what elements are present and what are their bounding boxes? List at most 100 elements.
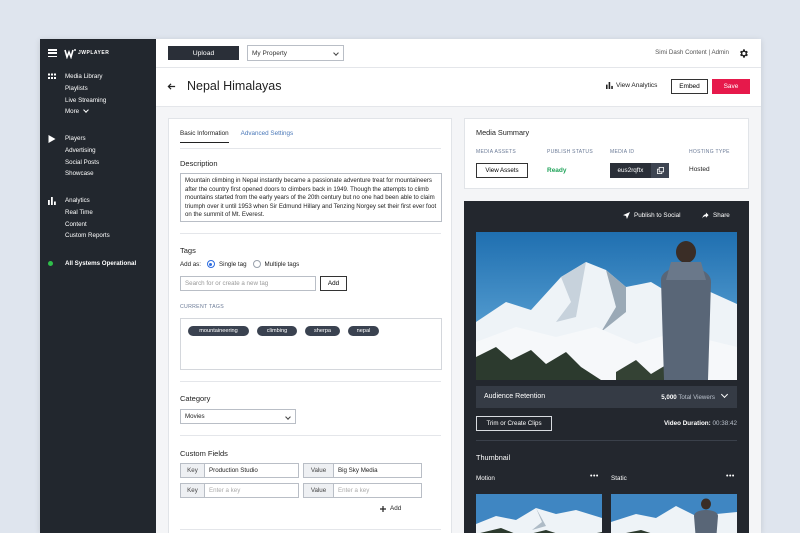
sidebar-item-analytics[interactable]: Analytics — [40, 195, 156, 207]
description-title: Description — [180, 159, 218, 168]
category-title: Category — [180, 394, 211, 403]
sidebar-item-label: Custom Reports — [65, 232, 110, 240]
publish-status-label: PUBLISH STATUS — [547, 149, 593, 155]
sidebar-item-live-streaming[interactable]: Live Streaming — [40, 94, 156, 106]
duration-value: 00:38:42 — [712, 420, 737, 427]
audience-retention-bar[interactable]: Audience Retention 5,000 Total Viewers — [476, 386, 737, 408]
account-label[interactable]: Simi Dash Content | Admin — [655, 49, 729, 56]
publish-status-value: Ready — [547, 167, 567, 174]
media-details-panel: Basic Information Advanced Settings Desc… — [168, 118, 452, 533]
content-area: Basic Information Advanced Settings Desc… — [156, 107, 761, 533]
grid-icon — [48, 73, 56, 79]
add-custom-field-button[interactable]: Add — [380, 505, 401, 512]
sidebar-item-content[interactable]: Content — [40, 218, 156, 230]
view-analytics-link[interactable]: View Analytics — [606, 82, 657, 89]
menu-icon[interactable] — [48, 49, 57, 57]
status-dot-icon — [48, 260, 53, 266]
motion-more-icon[interactable]: ••• — [590, 473, 599, 480]
tab-basic-information[interactable]: Basic Information — [180, 130, 229, 143]
divider — [180, 435, 441, 436]
publish-to-social-label: Publish to Social — [634, 212, 681, 219]
custom-field-key-1[interactable]: Key Production Studio — [180, 463, 299, 478]
motion-thumbnail[interactable] — [476, 494, 602, 533]
tag-pill[interactable]: sherpa — [305, 326, 340, 336]
share-button[interactable]: Share — [702, 212, 730, 219]
description-textarea[interactable]: Mountain climbing in Nepal instantly bec… — [180, 173, 442, 222]
custom-field-value-2[interactable]: Value Enter a key — [303, 483, 422, 498]
sidebar-item-players[interactable]: Players — [40, 133, 156, 145]
value-field[interactable]: Big Sky Media — [334, 464, 421, 477]
status-text: All Systems Operational — [65, 259, 137, 267]
tag-mode-group: Add as: Single tag Multiple tags — [180, 260, 299, 268]
gear-icon[interactable] — [738, 48, 749, 59]
share-label: Share — [713, 212, 730, 219]
share-icon — [702, 212, 709, 219]
top-bar: Upload My Property Simi Dash Content | A… — [156, 39, 761, 68]
key-field[interactable]: Enter a key — [205, 484, 298, 497]
publish-to-social-button[interactable]: Publish to Social — [623, 212, 681, 219]
sidebar-item-label: Media Library — [65, 73, 103, 81]
value-field[interactable]: Enter a key — [334, 484, 421, 497]
single-tag-radio[interactable] — [206, 260, 215, 268]
nav-group-media: Media Library Playlists Live Streaming M… — [40, 71, 156, 118]
save-button[interactable]: Save — [712, 79, 750, 94]
app-window: JWPLAYER Media Library Playlists Live St… — [40, 39, 761, 533]
video-preview[interactable] — [476, 232, 737, 380]
sidebar-item-label: Playlists — [65, 85, 88, 93]
sidebar-item-label: Analytics — [65, 197, 90, 205]
sidebar-item-custom-reports[interactable]: Custom Reports — [40, 230, 156, 242]
multiple-tags-label[interactable]: Multiple tags — [265, 261, 300, 268]
static-more-icon[interactable]: ••• — [726, 473, 735, 480]
upload-button[interactable]: Upload — [168, 46, 239, 60]
divider — [180, 529, 441, 530]
tag-pill[interactable]: nepal — [348, 326, 379, 336]
media-id-value: eus2rqftx — [617, 167, 644, 174]
custom-field-key-2[interactable]: Key Enter a key — [180, 483, 299, 498]
motion-label: Motion — [476, 475, 495, 482]
property-select[interactable]: My Property — [247, 45, 344, 61]
add-tag-button[interactable]: Add — [320, 276, 347, 291]
custom-field-value-1[interactable]: Value Big Sky Media — [303, 463, 422, 478]
static-thumbnail[interactable] — [611, 494, 737, 533]
add-as-label: Add as: — [180, 260, 201, 268]
system-status[interactable]: All Systems Operational — [40, 258, 156, 268]
sidebar-item-showcase[interactable]: Showcase — [40, 168, 156, 180]
audience-retention-title: Audience Retention — [484, 393, 546, 400]
view-analytics-label: View Analytics — [616, 82, 658, 89]
property-select-value: My Property — [252, 49, 288, 57]
copy-button[interactable] — [651, 163, 669, 178]
bar-chart-icon — [48, 197, 56, 205]
view-assets-button[interactable]: View Assets — [476, 163, 528, 178]
brand-logo[interactable]: JWPLAYER — [64, 48, 109, 59]
sidebar-item-media-library[interactable]: Media Library — [40, 71, 156, 83]
chevron-down-icon — [333, 50, 339, 56]
tab-advanced-settings[interactable]: Advanced Settings — [241, 130, 294, 143]
current-tags-box: mountaineering climbing sherpa nepal — [180, 318, 442, 370]
tag-pill[interactable]: climbing — [257, 326, 297, 336]
single-tag-label[interactable]: Single tag — [219, 261, 247, 268]
sidebar-item-advertising[interactable]: Advertising — [40, 145, 156, 157]
multiple-tags-radio[interactable] — [252, 260, 261, 268]
embed-button[interactable]: Embed — [671, 79, 708, 94]
media-id-badge: eus2rqftx — [610, 163, 669, 178]
sidebar-item-label: Content — [65, 220, 87, 228]
category-select[interactable]: Movies — [180, 409, 296, 424]
sidebar-item-playlists[interactable]: Playlists — [40, 83, 156, 95]
viewers-count: 5,000 — [661, 393, 677, 401]
trim-clips-button[interactable]: Trim or Create Clips — [476, 416, 552, 431]
title-bar: Nepal Himalayas View Analytics Embed Sav… — [156, 68, 761, 107]
tag-search-input[interactable]: Search for or create a new tag — [180, 276, 316, 291]
chevron-down-icon[interactable] — [720, 390, 729, 399]
tag-pill[interactable]: mountaineering — [188, 326, 249, 336]
divider — [180, 381, 441, 382]
sidebar-item-real-time[interactable]: Real Time — [40, 207, 156, 219]
divider — [180, 233, 441, 234]
sidebar-item-label: More — [65, 108, 80, 116]
back-arrow-icon[interactable] — [167, 82, 176, 91]
sidebar-item-more[interactable]: More — [40, 106, 156, 118]
send-icon — [623, 212, 630, 219]
media-summary-title: Media Summary — [476, 128, 530, 137]
key-field[interactable]: Production Studio — [205, 464, 298, 477]
custom-fields-title: Custom Fields — [180, 449, 228, 458]
sidebar-item-social-posts[interactable]: Social Posts — [40, 156, 156, 168]
